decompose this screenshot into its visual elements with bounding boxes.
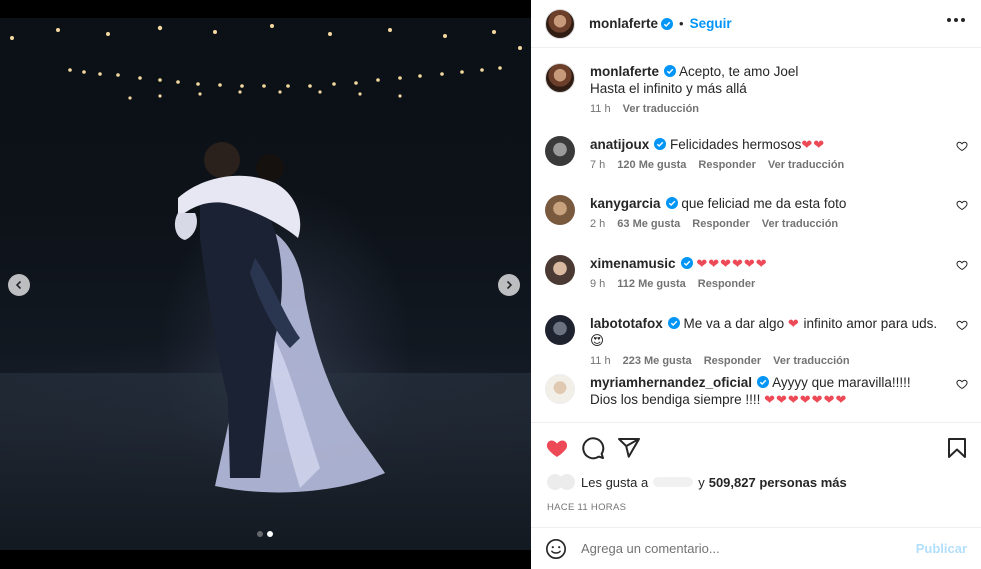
likes-summary[interactable]: Les gusta a y 509,827 personas más [547,474,847,490]
verified-badge-icon [667,317,680,329]
bookmark-icon[interactable] [945,436,969,460]
emoji-icon[interactable] [545,538,567,560]
list-item: kanygarcia que feliciad me da esta foto … [545,195,970,230]
verified-badge-icon [654,138,667,150]
heart-filled-icon[interactable] [545,436,569,460]
comment-time[interactable]: 11 h [590,355,611,367]
verified-badge-icon [664,65,677,77]
likes-prefix: Les gusta a [581,474,649,490]
comment-likes[interactable]: 63 Me gusta [617,218,680,230]
comment-text: Me va a dar algo [683,316,785,331]
comment-likes[interactable]: 112 Me gusta [617,278,685,290]
likes-count[interactable]: 509,827 personas más [709,475,847,490]
comment-icon[interactable] [581,436,605,460]
like-comment-icon[interactable] [956,140,968,152]
list-item: labototafox Me va a dar algo ❤ infinito … [545,315,970,367]
like-comment-icon[interactable] [956,259,968,271]
heart-eyes-emoji: 😍 [590,333,605,348]
heart-emoji: ❤ [787,316,800,331]
liker-username-blurred[interactable] [653,477,694,487]
avatar[interactable] [545,315,575,345]
separator-dot: • [679,16,684,31]
comment-username[interactable]: ximenamusic [590,256,676,271]
action-bar [531,422,981,472]
couple-dancing [174,142,385,493]
carousel-prev-button[interactable] [8,274,30,296]
publish-button[interactable]: Publicar [916,541,967,556]
avatar[interactable] [545,374,575,404]
comment-username[interactable]: labototafox [590,316,663,331]
see-translation-link[interactable]: Ver traducción [768,159,844,171]
post-side-panel: monlaferte • Seguir monlaferte Acepto, t… [531,0,981,569]
reply-button[interactable]: Responder [704,355,761,367]
comment-text: que feliciad me da esta foto [681,196,847,211]
avatar[interactable] [545,8,575,39]
heart-emoji: ❤❤ [801,137,826,152]
comment-text-continued: infinito amor para uds. [803,316,938,331]
avatar[interactable] [545,63,575,93]
carousel-dot-active [267,531,273,537]
like-comment-icon[interactable] [956,199,968,211]
list-item: anatijoux Felicidades hermosos❤❤ 7 h 120… [545,136,970,171]
comment-username[interactable]: myriamhernandez_oficial [590,375,752,390]
see-translation-link[interactable]: Ver traducción [762,218,838,230]
reply-button[interactable]: Responder [698,159,755,171]
like-comment-icon[interactable] [956,378,968,390]
carousel-next-button[interactable] [498,274,520,296]
heart-emoji: ❤❤❤❤❤❤❤ [764,392,848,407]
comment-time[interactable]: 9 h [590,278,605,290]
verified-badge-icon [661,17,674,30]
comment-username[interactable]: anatijoux [590,137,649,152]
comment-likes[interactable]: 223 Me gusta [623,355,692,367]
list-item: myriamhernandez_oficial Ayyyy que maravi… [545,374,970,408]
verified-badge-icon [757,376,770,388]
see-translation-link[interactable]: Ver traducción [623,103,699,115]
avatar [559,474,575,490]
reply-button[interactable]: Responder [692,218,749,230]
heart-emoji: ❤❤❤❤❤❤ [696,256,768,271]
caption-text-line1: Acepto, te amo Joel [679,64,799,79]
verified-badge-icon [665,197,678,209]
more-options-icon[interactable] [947,18,965,22]
avatar[interactable] [545,195,575,225]
like-comment-icon[interactable] [956,319,968,331]
avatar[interactable] [545,255,575,285]
post-header: monlaferte • Seguir [531,0,981,48]
comment-input[interactable] [581,541,916,556]
reply-button[interactable]: Responder [698,278,755,290]
author-username[interactable]: monlaferte [589,16,658,31]
caption-username[interactable]: monlaferte [590,64,659,79]
chevron-right-icon [506,280,513,290]
avatar[interactable] [545,136,575,166]
post-timestamp[interactable]: HACE 11 HORAS [547,502,626,513]
post-media [0,0,531,569]
follow-button[interactable]: Seguir [690,16,732,31]
carousel-dot [257,531,263,537]
caption-time[interactable]: 11 h [590,103,611,115]
caption-text-line2: Hasta el infinito y más allá [590,81,747,96]
comments-list[interactable]: monlaferte Acepto, te amo Joel Hasta el … [531,49,981,421]
share-icon[interactable] [617,436,641,460]
carousel-indicator [257,531,273,537]
comment-username[interactable]: kanygarcia [590,196,661,211]
verified-badge-icon [680,257,693,269]
likes-connector: y [698,474,705,490]
add-comment-bar: Publicar [531,527,981,569]
comment-time[interactable]: 2 h [590,218,605,230]
chevron-left-icon [15,280,22,290]
post-photo [0,18,531,550]
caption: monlaferte Acepto, te amo Joel Hasta el … [545,63,970,115]
list-item: ximenamusic ❤❤❤❤❤❤ 9 h 112 Me gusta Resp… [545,255,970,290]
comment-text: Felicidades hermosos [670,137,802,152]
comment-likes[interactable]: 120 Me gusta [617,159,686,171]
comment-time[interactable]: 7 h [590,159,605,171]
see-translation-link[interactable]: Ver traducción [773,355,849,367]
